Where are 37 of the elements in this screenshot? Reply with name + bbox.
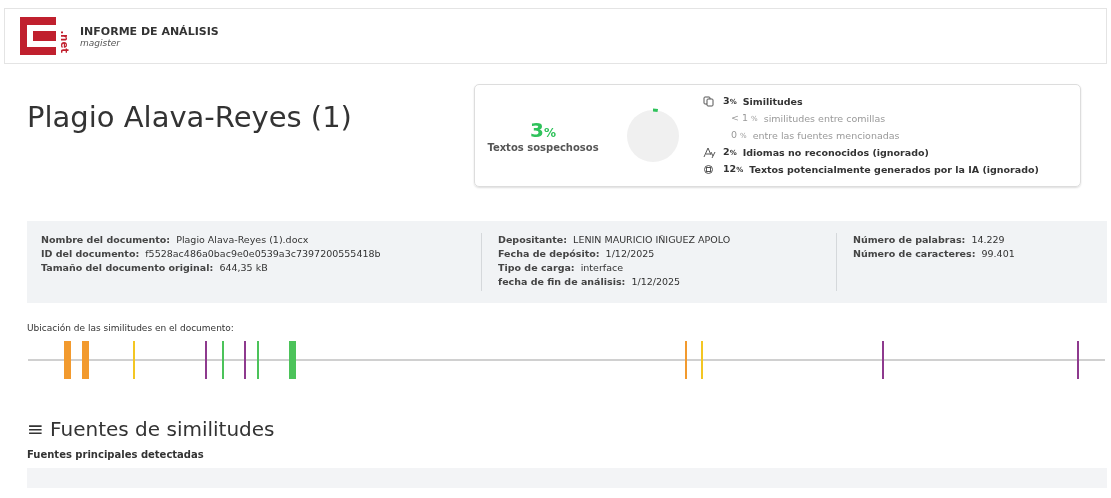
similarity-marker[interactable] [882, 341, 885, 379]
similarity-marker[interactable] [243, 341, 246, 379]
document-title: Plagio Alava-Reyes (1) [27, 100, 353, 136]
info-field: fecha de fin de análisis: 1/12/2025 [498, 275, 836, 289]
suspicious-label: Textos sospechosos [486, 142, 600, 153]
report-subtitle: magister [80, 37, 122, 48]
info-field: Nombre del documento: Plagio Alava-Reyes (1).docx [41, 233, 481, 247]
timeline-label: Ubicación de las similitudes en el documento: [27, 323, 235, 333]
language-icon [703, 147, 716, 158]
chip-icon [703, 164, 714, 175]
section-title: ≡ Fuentes de similitudes [27, 417, 276, 441]
info-field: Tamaño del documento original: 644,35 kB [41, 261, 481, 275]
section-subtitle: Fuentes principales detectadas [27, 449, 205, 460]
similarity-marker[interactable] [700, 341, 703, 379]
stat-label: Textos potencialmente generados por la IA (ignorado) [749, 162, 1039, 177]
similarity-marker[interactable] [64, 341, 72, 379]
similarity-marker[interactable] [256, 341, 259, 379]
stat-label: Similitudes [742, 94, 803, 109]
info-field: ID del documento: f5528ac486a0bac9e0e0539a3c7397200555418b [41, 247, 481, 261]
info-field: Fecha de depósito: 1/12/2025 [498, 247, 836, 261]
report-title: INFORME DE ANÁLISIS [80, 24, 219, 38]
suspicious-percent: 3% [529, 118, 557, 142]
similarity-marker[interactable] [684, 341, 687, 379]
similarity-marker[interactable] [289, 341, 297, 379]
similarity-marker[interactable] [1077, 341, 1080, 379]
info-field: Número de caracteres: 99.401 [853, 247, 1093, 261]
stat-label: Idiomas no reconocidos (ignorado) [742, 145, 929, 160]
stat-label: entre las fuentes mencionadas [752, 128, 900, 143]
stat-label: similitudes entre comillas [763, 111, 886, 126]
similarity-marker[interactable] [222, 341, 225, 379]
copy-icon [703, 96, 714, 107]
similarity-marker[interactable] [205, 341, 208, 379]
similarity-marker[interactable] [81, 341, 89, 379]
info-field: Depositante: LENIN MAURICIO IÑIGUEZ APOLO [498, 233, 836, 247]
similarity-marker[interactable] [133, 341, 136, 379]
info-field: Número de palabras: 14.229 [853, 233, 1093, 247]
info-field: Tipo de carga: interface [498, 261, 836, 275]
